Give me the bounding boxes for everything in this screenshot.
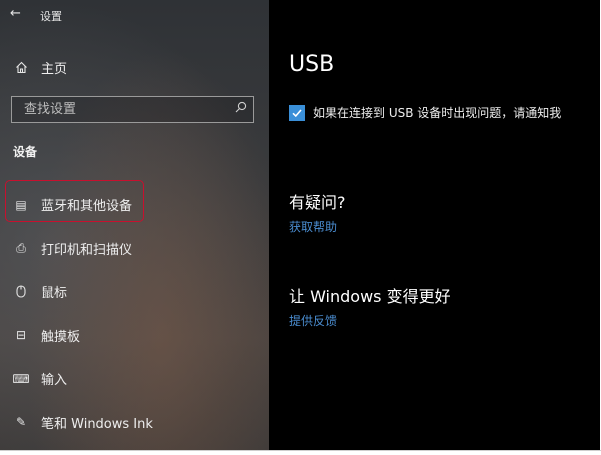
usb-notify-label[interactable]: 如果在连接到 USB 设备时出现问题，请通知我 [313, 104, 561, 121]
sidebar-nav: ▤ 蓝牙和其他设备 ⎙ 打印机和扫描仪 鼠标 ⊟ 触摸板 ⌨ 输入 ✎ 笔和 W… [0, 183, 269, 444]
sidebar-item-bluetooth[interactable]: ▤ 蓝牙和其他设备 [0, 183, 269, 227]
usb-notify-option[interactable]: 如果在连接到 USB 设备时出现问题，请通知我 [289, 104, 561, 121]
touchpad-icon: ⊟ [15, 328, 27, 343]
sidebar-item-typing[interactable]: ⌨ 输入 [0, 357, 269, 401]
search-box[interactable] [11, 96, 254, 123]
settings-window: ← 设置 主页 设备 ▤ 蓝牙和其他设备 ⎙ 打印机和扫描仪 [0, 0, 601, 451]
title-bar: ← 设置 [0, 0, 269, 30]
mouse-icon [13, 285, 29, 298]
usb-notify-checkbox[interactable] [289, 104, 305, 121]
printer-icon: ⎙ [16, 240, 26, 255]
keyboard-icon: ⌨ [12, 371, 30, 386]
sidebar-item-label: 输入 [41, 373, 68, 389]
feedback-heading: 让 Windows 变得更好 [289, 287, 451, 306]
search-input[interactable] [12, 97, 244, 122]
sidebar-item-label: 打印机和扫描仪 [41, 242, 133, 258]
back-arrow-icon[interactable]: ← [10, 5, 21, 23]
give-feedback-link[interactable]: 提供反馈 [289, 312, 337, 329]
page-title: USB [289, 52, 335, 77]
sidebar: ← 设置 主页 设备 ▤ 蓝牙和其他设备 ⎙ 打印机和扫描仪 [0, 0, 269, 450]
sidebar-item-mouse[interactable]: 鼠标 [0, 270, 269, 314]
sidebar-item-home[interactable]: 主页 [0, 52, 269, 82]
sidebar-item-label: 主页 [41, 61, 68, 77]
sidebar-item-label: 笔和 Windows Ink [41, 416, 153, 432]
bluetooth-devices-icon: ▤ [15, 197, 27, 212]
pen-icon: ✎ [15, 415, 27, 430]
search-icon[interactable] [235, 101, 247, 116]
sidebar-item-touchpad[interactable]: ⊟ 触摸板 [0, 314, 269, 358]
sidebar-item-label: 触摸板 [41, 329, 81, 345]
window-title: 设置 [40, 10, 62, 23]
sidebar-item-pen[interactable]: ✎ 笔和 Windows Ink [0, 401, 269, 445]
home-icon [13, 61, 29, 74]
section-title: 设备 [13, 145, 38, 159]
sidebar-item-label: 鼠标 [41, 286, 68, 302]
sidebar-item-label: 蓝牙和其他设备 [41, 199, 133, 215]
help-heading: 有疑问? [289, 193, 346, 212]
get-help-link[interactable]: 获取帮助 [289, 218, 337, 235]
sidebar-item-printers[interactable]: ⎙ 打印机和扫描仪 [0, 227, 269, 271]
